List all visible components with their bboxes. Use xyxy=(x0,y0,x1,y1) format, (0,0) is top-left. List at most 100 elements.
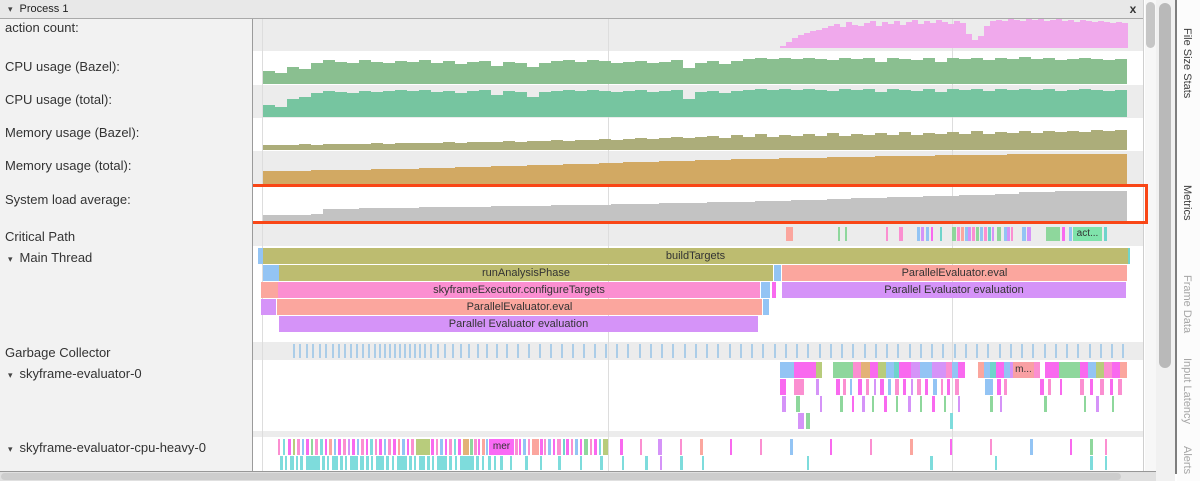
flame-block[interactable] xyxy=(1084,396,1086,412)
flame-block[interactable] xyxy=(1044,396,1047,412)
flame-block[interactable] xyxy=(557,439,561,455)
flame-block[interactable] xyxy=(660,456,662,470)
flame-block[interactable] xyxy=(525,456,528,470)
flame-block[interactable] xyxy=(1034,362,1040,378)
gc-event-tick[interactable] xyxy=(379,344,381,358)
flame-block[interactable] xyxy=(306,456,320,470)
gc-event-tick[interactable] xyxy=(841,344,843,358)
flame-block[interactable] xyxy=(680,439,682,455)
flame-block[interactable] xyxy=(532,439,539,455)
side-tab-frame-data[interactable]: Frame Data xyxy=(1181,275,1193,333)
critical-path-slice[interactable] xyxy=(988,227,991,241)
critical-path-slice[interactable] xyxy=(1062,227,1065,241)
flame-block[interactable] xyxy=(930,456,933,470)
flame-block[interactable] xyxy=(899,362,911,378)
flame-block[interactable] xyxy=(920,396,922,412)
flame-block[interactable] xyxy=(1000,396,1002,412)
gc-event-tick[interactable] xyxy=(384,344,386,358)
flame-block[interactable] xyxy=(933,379,937,395)
flame-block[interactable] xyxy=(388,439,391,455)
gc-event-tick[interactable] xyxy=(830,344,832,358)
flame-block[interactable] xyxy=(658,439,662,455)
gc-event-tick[interactable] xyxy=(306,344,308,358)
flame-block[interactable] xyxy=(293,439,295,455)
metric-track-band[interactable] xyxy=(253,151,1143,185)
gc-event-tick[interactable] xyxy=(477,344,479,358)
flame-block[interactable] xyxy=(311,439,313,455)
flame-block[interactable] xyxy=(290,456,294,470)
gc-event-tick[interactable] xyxy=(374,344,376,358)
flame-block[interactable] xyxy=(1048,379,1051,395)
gc-event-tick[interactable] xyxy=(572,344,574,358)
gc-event-tick[interactable] xyxy=(506,344,508,358)
flame-block[interactable] xyxy=(780,362,794,378)
flame-block[interactable] xyxy=(833,362,853,378)
gc-event-tick[interactable] xyxy=(583,344,585,358)
flame-block[interactable] xyxy=(903,379,906,395)
skyframe-evaluator-0-label[interactable]: ▾skyframe-evaluator-0 xyxy=(8,366,142,381)
flame-block[interactable] xyxy=(950,413,953,429)
metric-track-band[interactable] xyxy=(253,85,1143,118)
gc-event-tick[interactable] xyxy=(987,344,989,358)
gc-event-tick[interactable] xyxy=(444,344,446,358)
flame-block[interactable] xyxy=(427,456,430,470)
flame-block[interactable] xyxy=(416,439,430,455)
flame-block[interactable] xyxy=(816,379,819,395)
flame-block[interactable] xyxy=(460,456,474,470)
flame-block[interactable] xyxy=(340,456,343,470)
gc-event-tick[interactable] xyxy=(437,344,439,358)
flame-block[interactable] xyxy=(1105,456,1107,470)
gc-event-tick[interactable] xyxy=(1077,344,1079,358)
flame-block[interactable] xyxy=(858,379,862,395)
flame-block[interactable] xyxy=(486,439,488,455)
flame-block[interactable] xyxy=(794,362,816,378)
gc-event-tick[interactable] xyxy=(954,344,956,358)
collapse-arrow-icon[interactable]: ▾ xyxy=(8,370,13,380)
flame-block[interactable] xyxy=(1120,362,1127,378)
gc-event-tick[interactable] xyxy=(394,344,396,358)
flame-block[interactable] xyxy=(296,456,298,470)
gc-event-tick[interactable] xyxy=(976,344,978,358)
flame-block[interactable] xyxy=(384,439,386,455)
flame-block[interactable] xyxy=(315,439,318,455)
gc-event-tick[interactable] xyxy=(751,344,753,358)
critical-path-slice[interactable] xyxy=(886,227,888,241)
flame-block[interactable] xyxy=(329,439,332,455)
flame-block[interactable] xyxy=(702,456,704,470)
flame-block[interactable] xyxy=(1112,362,1120,378)
side-tab-file-size-stats[interactable]: File Size Stats xyxy=(1181,28,1193,98)
flame-block[interactable] xyxy=(896,396,898,412)
gc-event-tick[interactable] xyxy=(561,344,563,358)
flame-block[interactable] xyxy=(798,413,804,429)
flame-block[interactable] xyxy=(528,439,530,455)
flame-block[interactable] xyxy=(327,456,329,470)
flame-bar[interactable] xyxy=(763,299,769,315)
critical-path-slice[interactable] xyxy=(961,227,964,241)
flame-block[interactable] xyxy=(478,439,480,455)
flame-block[interactable] xyxy=(780,379,786,395)
flame-block[interactable] xyxy=(910,439,913,455)
flame-block[interactable] xyxy=(1080,379,1084,395)
flame-block[interactable] xyxy=(950,439,952,455)
flame-block[interactable] xyxy=(343,439,346,455)
critical-path-slice[interactable] xyxy=(1007,227,1010,241)
metric-track-band[interactable] xyxy=(253,19,1143,51)
gc-event-tick[interactable] xyxy=(399,344,401,358)
flame-block[interactable] xyxy=(371,456,373,470)
gc-event-tick[interactable] xyxy=(1032,344,1034,358)
gc-event-tick[interactable] xyxy=(909,344,911,358)
flame-block[interactable] xyxy=(482,439,485,455)
flame-block[interactable] xyxy=(402,439,405,455)
flame-block[interactable] xyxy=(540,439,543,455)
flame-block[interactable] xyxy=(990,439,992,455)
flame-block[interactable] xyxy=(352,439,355,455)
flame-block[interactable] xyxy=(958,396,960,412)
panel-vertical-scrollbar[interactable] xyxy=(1145,0,1156,471)
flame-block[interactable] xyxy=(1030,439,1033,455)
flame-block[interactable] xyxy=(947,379,950,395)
flame-block[interactable] xyxy=(996,362,1004,378)
critical-path-slice[interactable] xyxy=(786,227,793,241)
flame-block[interactable] xyxy=(917,379,921,395)
flame-block[interactable] xyxy=(852,396,854,412)
flame-bar[interactable] xyxy=(263,265,279,281)
